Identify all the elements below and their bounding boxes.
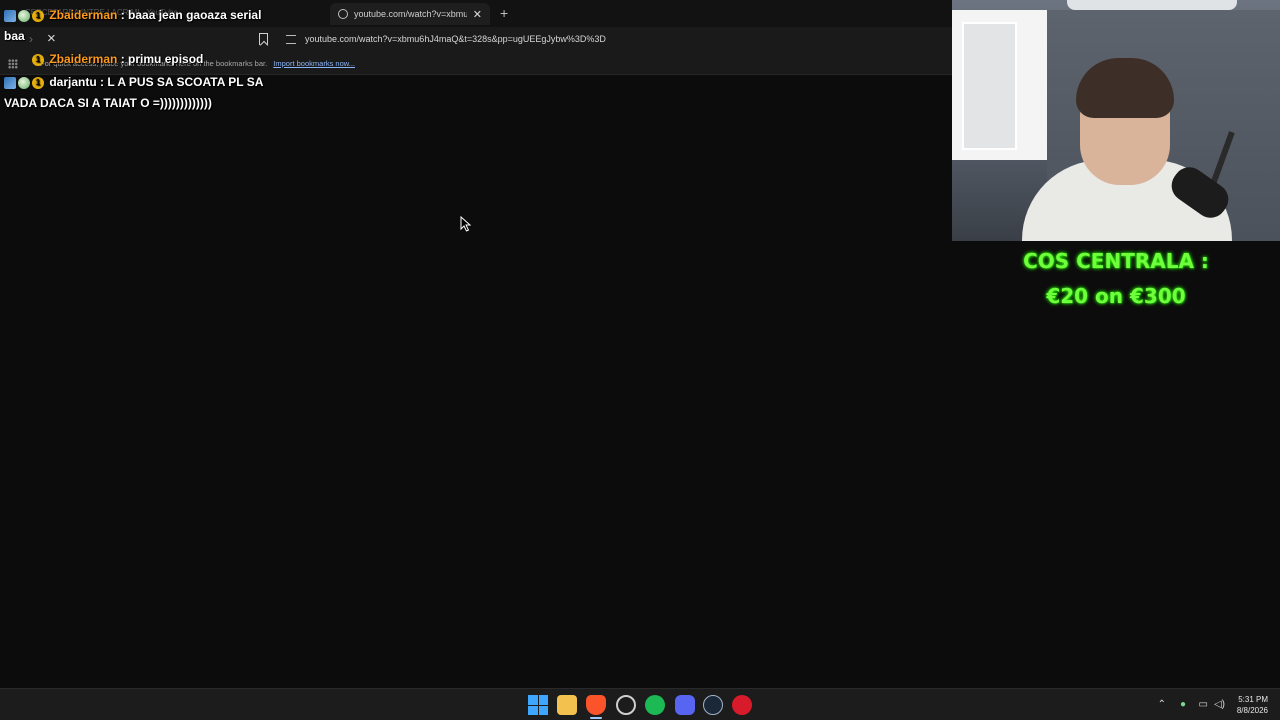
brave-browser-icon[interactable] [586, 695, 606, 715]
tab-active[interactable]: youtube.com/watch?v=xbmu6hJ ✕ [330, 3, 490, 25]
stop-loading-icon[interactable]: × [47, 30, 56, 47]
prime-badge-icon [4, 76, 16, 89]
goal-title: COS CENTRALA : [1023, 249, 1209, 273]
spotify-icon[interactable] [645, 695, 665, 715]
sub-badge-icon [18, 9, 30, 22]
webcam-ceiling-light [1067, 0, 1237, 10]
sub-badge-icon [18, 76, 30, 89]
browser-toolbar: › × youtube.com/watch?v=xbmu6hJ4maQ&t=32… [0, 27, 952, 53]
taskbar: ⌃ ● ▭ ◁) 5:31 PM 8/8/2026 [0, 688, 1280, 720]
chat-message: 1 Zbaiderman : primu episod [4, 52, 203, 66]
network-icon[interactable]: ▭ [1199, 699, 1208, 710]
windows-start-icon[interactable] [528, 695, 548, 715]
steam-icon[interactable] [703, 695, 723, 715]
chat-text: : L A PUS SA SCOATA PL SA [100, 75, 264, 89]
chat-text: : baaa jean gaoaza serial [120, 8, 262, 22]
chat-text-continuation: baa [4, 29, 25, 43]
obs-icon[interactable] [616, 695, 636, 715]
coin-badge-icon: 1 [32, 76, 44, 89]
chevron-up-icon[interactable]: ⌃ [1158, 699, 1166, 710]
chat-text-continuation: VADA DACA SI A TAIAT O =))))))))))))) [4, 96, 212, 110]
media-player-icon[interactable] [732, 695, 752, 715]
coin-badge-icon: 1 [32, 9, 44, 22]
chat-username: Zbaiderman [49, 8, 118, 22]
chat-username: Zbaiderman [49, 52, 118, 66]
volume-icon[interactable]: ◁) [1214, 699, 1225, 710]
microphone-tray-icon[interactable]: ● [1180, 699, 1186, 710]
tab-close-icon[interactable]: ✕ [473, 8, 482, 21]
tab-title: youtube.com/watch?v=xbmu6hJ [354, 9, 467, 19]
webcam-feed [952, 0, 1280, 241]
active-app-indicator [590, 717, 602, 719]
chat-text: : primu episod [120, 52, 204, 66]
coin-badge-icon: 1 [32, 53, 44, 66]
site-info-icon[interactable] [286, 35, 296, 44]
clock-date: 8/8/2026 [1236, 706, 1268, 715]
chat-username: darjantu [49, 75, 97, 89]
goal-progress: €20 on €300 [1046, 284, 1186, 308]
import-bookmarks-link[interactable]: Import bookmarks now... [273, 59, 355, 68]
donation-goal: COS CENTRALA : €20 on €300 [952, 244, 1280, 314]
bookmark-icon[interactable] [259, 33, 268, 45]
system-clock[interactable]: 5:31 PM 8/8/2026 [1237, 694, 1268, 716]
discord-icon[interactable] [675, 695, 695, 715]
forward-icon[interactable]: › [29, 32, 33, 46]
webcam-window [952, 10, 1047, 160]
chat-message: 1 Zbaiderman : baaa jean gaoaza serial [4, 8, 261, 22]
clock-time: 5:31 PM [1238, 695, 1268, 704]
file-explorer-icon[interactable] [557, 695, 577, 715]
globe-icon [338, 9, 348, 19]
address-bar[interactable]: youtube.com/watch?v=xbmu6hJ4maQ&t=328s&p… [305, 34, 606, 44]
chat-message: 1 darjantu : L A PUS SA SCOATA PL SA [4, 75, 263, 89]
new-tab-button[interactable]: + [500, 5, 508, 21]
prime-badge-icon [4, 9, 16, 22]
